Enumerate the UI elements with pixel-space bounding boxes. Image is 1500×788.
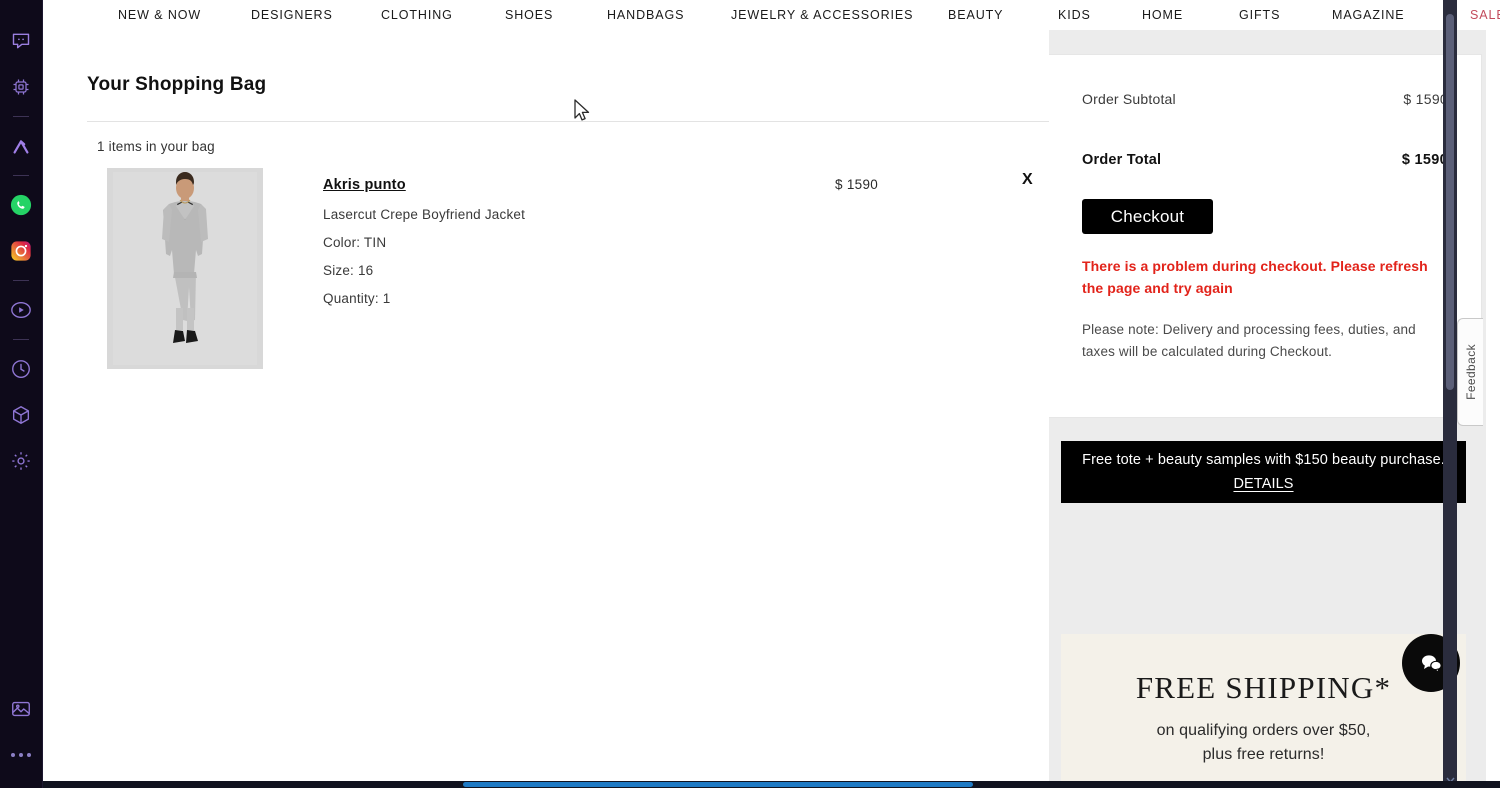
checkout-button[interactable]: Checkout (1082, 199, 1213, 234)
free-shipping-subtitle: on qualifying orders over $50, plus free… (1157, 719, 1371, 765)
nav-item-jewelry-accessories[interactable]: JEWELRY & ACCESSORIES (731, 8, 913, 22)
order-subtotal-row: Order Subtotal $ 1590 (1082, 91, 1448, 107)
feedback-tab[interactable]: Feedback (1457, 318, 1483, 426)
title-divider (87, 121, 1060, 122)
nav-item-gifts[interactable]: GIFTS (1239, 8, 1280, 22)
product-name: Lasercut Crepe Boyfriend Jacket (323, 207, 843, 222)
free-shipping-sub-line1: on qualifying orders over $50, (1157, 719, 1371, 742)
play-circle-icon[interactable] (0, 287, 43, 333)
beauty-promo-details-link[interactable]: DETAILS (1233, 476, 1293, 492)
image-icon[interactable] (0, 686, 43, 732)
feedback-tab-label: Feedback (1464, 344, 1478, 400)
screen: NEW & NOW DESIGNERS CLOTHING SHOES HANDBAGS J… (0, 0, 1500, 788)
product-color: Color: TIN (323, 235, 843, 250)
hammer-icon[interactable] (0, 123, 43, 169)
product-details: Akris punto Lasercut Crepe Boyfriend Jac… (323, 168, 843, 369)
app-rail (0, 0, 43, 788)
product-size: Size: 16 (323, 263, 843, 278)
order-subtotal-value: $ 1590 (1403, 91, 1448, 107)
separator-4 (13, 339, 29, 340)
free-shipping-title: FREE SHIPPING* (1136, 670, 1391, 706)
order-subtotal-label: Order Subtotal (1082, 91, 1176, 107)
whatsapp-icon[interactable] (0, 182, 43, 228)
nav-item-handbags[interactable]: HANDBAGS (607, 8, 684, 22)
product-quantity: Quantity: 1 (323, 291, 843, 306)
bag-item-row: Akris punto Lasercut Crepe Boyfriend Jac… (107, 168, 1027, 369)
order-summary-card: Order Subtotal $ 1590 Order Total $ 1590… (1049, 54, 1482, 418)
nav-item-home[interactable]: HOME (1142, 8, 1183, 22)
instagram-icon[interactable] (0, 228, 43, 274)
nav-item-clothing[interactable]: CLOTHING (381, 8, 453, 22)
horizontal-scrollbar[interactable] (43, 781, 1500, 788)
nav-item-sale[interactable]: SALE (1470, 8, 1500, 22)
primary-navigation: NEW & NOW DESIGNERS CLOTHING SHOES HANDBAGS J… (43, 0, 1486, 30)
chip-icon[interactable] (0, 64, 43, 110)
more-dots-icon[interactable] (0, 732, 43, 778)
horizontal-scrollbar-thumb[interactable] (463, 782, 973, 787)
delivery-note: Please note: Delivery and processing fee… (1082, 319, 1437, 363)
vertical-scrollbar[interactable] (1443, 0, 1457, 788)
cube-icon[interactable] (0, 392, 43, 438)
checkout-error-message: There is a problem during checkout. Plea… (1082, 256, 1447, 299)
vertical-scrollbar-thumb[interactable] (1446, 14, 1454, 390)
nav-item-designers[interactable]: DESIGNERS (251, 8, 333, 22)
nav-item-new-now[interactable]: NEW & NOW (118, 8, 201, 22)
order-total-value: $ 1590 (1402, 152, 1448, 168)
product-price: $ 1590 (835, 177, 878, 192)
twitch-chat-icon[interactable] (0, 18, 43, 64)
order-total-row: Order Total $ 1590 (1082, 152, 1448, 168)
order-total-label: Order Total (1082, 152, 1161, 168)
product-thumbnail[interactable] (107, 168, 263, 369)
gear-icon[interactable] (0, 438, 43, 484)
beauty-promo-banner[interactable]: Free tote + beauty samples with $150 bea… (1061, 441, 1466, 503)
nav-item-magazine[interactable]: MAGAZINE (1332, 8, 1404, 22)
clock-icon[interactable] (0, 346, 43, 392)
page-title: Your Shopping Bag (87, 74, 1027, 96)
separator-3 (13, 280, 29, 281)
beauty-promo-text: Free tote + beauty samples with $150 bea… (1082, 452, 1445, 468)
separator-2 (13, 175, 29, 176)
nav-item-kids[interactable]: KIDS (1058, 8, 1091, 22)
nav-item-shoes[interactable]: SHOES (505, 8, 553, 22)
nav-item-beauty[interactable]: BEAUTY (948, 8, 1003, 22)
free-shipping-sub-line2: plus free returns! (1157, 743, 1371, 766)
separator-1 (13, 116, 29, 117)
product-brand-link[interactable]: Akris punto (323, 177, 406, 193)
shopping-bag-content: Your Shopping Bag 1 items in your bag (43, 30, 1049, 788)
bag-item-count: 1 items in your bag (97, 139, 1027, 154)
browser-viewport: NEW & NOW DESIGNERS CLOTHING SHOES HANDBAGS J… (43, 0, 1500, 788)
remove-item-button[interactable]: X (1022, 171, 1033, 189)
